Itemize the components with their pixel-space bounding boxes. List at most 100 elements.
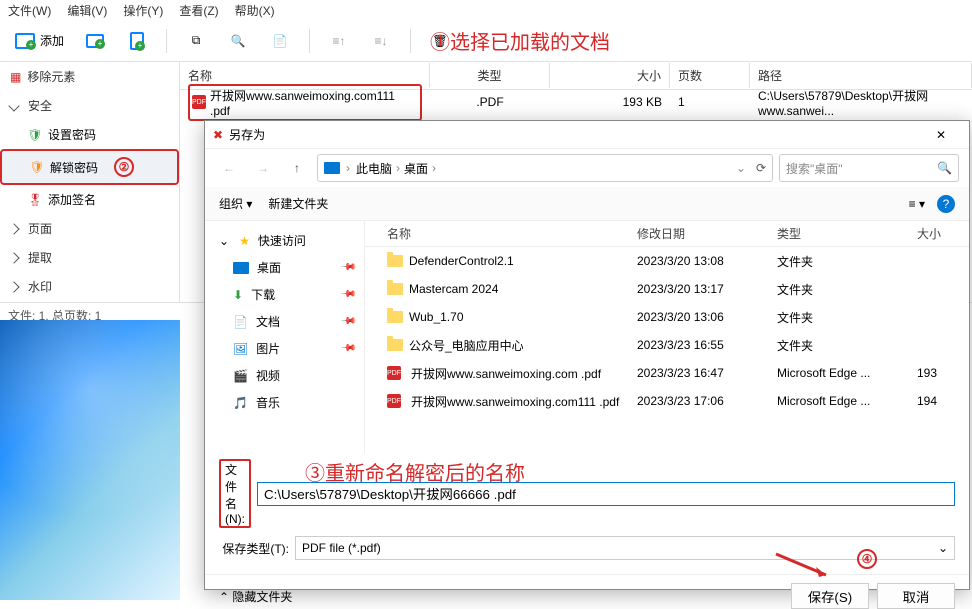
file-row[interactable]: 公众号_电脑应用中心2023/3/23 16:55文件夹 — [365, 331, 969, 359]
file-row[interactable]: DefenderControl2.12023/3/20 13:08文件夹 — [365, 247, 969, 275]
dialog-title: 另存为 — [229, 126, 265, 143]
preview-icon: 🔍 — [227, 30, 249, 52]
sort-up-button[interactable]: ≡↑ — [322, 26, 356, 56]
copy-icon: ⧉ — [185, 30, 207, 52]
dialog-toolbar: 组织 ▾ 新建文件夹 ≡ ▾ ? — [205, 187, 969, 221]
app-logo-icon: ✖ — [213, 128, 223, 142]
folder-icon — [387, 311, 403, 323]
add-file-icon: + — [14, 30, 36, 52]
sidebar: ▦移除元素 安全 🛡设置密码 🛡解锁密码② 🎖添加签名 页面 提取 水印 — [0, 62, 180, 302]
forward-button[interactable]: → — [249, 154, 277, 182]
save-button[interactable]: 保存(S) — [791, 583, 869, 609]
file-row[interactable]: PDF开拔网www.sanweimoxing.com .pdf2023/3/23… — [365, 359, 969, 387]
cell-size: 193 KB — [550, 93, 670, 111]
hide-folders-toggle[interactable]: ⌃ 隐藏文件夹 — [219, 588, 292, 605]
col-pages[interactable]: 页数 — [670, 63, 750, 88]
wallpaper — [0, 320, 180, 600]
view-options-button[interactable]: ≡ ▾ — [909, 197, 925, 211]
sidebar-extract-group[interactable]: 提取 — [0, 243, 179, 272]
hdr-date[interactable]: 修改日期 — [629, 223, 769, 244]
file-list-header: 名称 修改日期 类型 大小 — [365, 221, 969, 247]
nav-music[interactable]: 🎵音乐 — [205, 389, 364, 416]
medal-icon: 🎖 — [28, 193, 42, 207]
annotation-arrow — [771, 549, 841, 585]
add-folder-button[interactable]: + — [78, 26, 112, 56]
menu-edit[interactable]: 编辑(V) — [67, 2, 107, 18]
dialog-nav: ← → ↑ › 此电脑 › 桌面 › ⌄ ⟳ 搜索"桌面" 🔍 — [205, 149, 969, 187]
menu-action[interactable]: 操作(Y) — [123, 2, 163, 18]
nav-downloads[interactable]: ⬇下载📌 — [205, 281, 364, 308]
filename-input[interactable] — [257, 482, 955, 506]
music-icon: 🎵 — [233, 396, 248, 410]
menu-file[interactable]: 文件(W) — [8, 2, 51, 18]
search-input[interactable]: 搜索"桌面" 🔍 — [779, 154, 959, 182]
col-type[interactable]: 类型 — [430, 63, 550, 88]
back-button[interactable]: ← — [215, 154, 243, 182]
sidebar-unlock-password[interactable]: 🛡解锁密码② — [0, 149, 179, 185]
file-row[interactable]: PDF开拔网www.sanweimoxing.com111 .pdf .PDF … — [180, 90, 972, 114]
sidebar-set-password[interactable]: 🛡设置密码 — [0, 120, 179, 149]
up-button[interactable]: ↑ — [283, 154, 311, 182]
dialog-bottom-bar: ⌃ 隐藏文件夹 ④ 保存(S) 取消 — [205, 574, 969, 609]
file-row[interactable]: Wub_1.702023/3/20 13:06文件夹 — [365, 303, 969, 331]
quick-access[interactable]: ⌄★快速访问 — [205, 227, 364, 254]
sidebar-add-signature[interactable]: 🎖添加签名 — [0, 185, 179, 214]
hdr-name[interactable]: 名称 — [379, 223, 629, 244]
nav-videos[interactable]: 🎬视频 — [205, 362, 364, 389]
folder-icon — [387, 283, 403, 295]
star-icon: ★ — [239, 234, 250, 248]
save-as-dialog: ✖ 另存为 ✕ ← → ↑ › 此电脑 › 桌面 › ⌄ ⟳ 搜索"桌面" 🔍 … — [204, 120, 970, 590]
pin-icon: 📌 — [339, 286, 356, 303]
dialog-titlebar: ✖ 另存为 ✕ — [205, 121, 969, 149]
cell-pages: 1 — [670, 93, 750, 111]
new-folder-button[interactable]: 新建文件夹 — [268, 195, 328, 212]
pictures-icon: 🖼 — [233, 342, 248, 356]
hdr-type[interactable]: 类型 — [769, 223, 909, 244]
desktop-icon — [233, 262, 249, 274]
sort-down-button[interactable]: ≡↓ — [364, 26, 398, 56]
main-toolbar: + 添加 + + ⧉ 🔍 📄 ≡↑ ≡↓ 🗑 ①选择已加载的文档 — [0, 20, 972, 62]
file-row[interactable]: Mastercam 20242023/3/20 13:17文件夹 — [365, 275, 969, 303]
nav-pictures[interactable]: 🖼图片📌 — [205, 335, 364, 362]
menu-help[interactable]: 帮助(X) — [235, 2, 275, 18]
hdr-size[interactable]: 大小 — [909, 223, 949, 244]
sidebar-move-elem[interactable]: ▦移除元素 — [0, 62, 179, 91]
copy-button[interactable]: ⧉ — [179, 26, 213, 56]
dropdown-chevron-icon[interactable]: ⌄ — [736, 161, 746, 175]
dialog-file-list: 名称 修改日期 类型 大小 DefenderControl2.12023/3/2… — [365, 221, 969, 453]
page-button[interactable]: 📄 — [263, 26, 297, 56]
nav-documents[interactable]: 📄文档📌 — [205, 308, 364, 335]
refresh-button[interactable]: ⟳ — [756, 161, 766, 175]
search-placeholder: 搜索"桌面" — [786, 160, 843, 177]
sidebar-page-group[interactable]: 页面 — [0, 214, 179, 243]
cell-type: .PDF — [430, 93, 550, 111]
nav-desktop[interactable]: 桌面📌 — [205, 254, 364, 281]
organize-button[interactable]: 组织 ▾ — [219, 195, 252, 212]
add-button[interactable]: + 添加 — [8, 26, 70, 56]
breadcrumb-item[interactable]: 此电脑 — [356, 160, 392, 177]
annotation-2: ② — [114, 157, 134, 177]
savetype-select[interactable]: PDF file (*.pdf)⌄ — [295, 536, 955, 560]
pin-icon: 📌 — [339, 313, 356, 330]
folder-plus-icon: + — [84, 30, 106, 52]
sort-down-icon: ≡↓ — [370, 30, 392, 52]
breadcrumb-item[interactable]: 桌面 — [404, 160, 428, 177]
close-button[interactable]: ✕ — [921, 123, 961, 147]
menu-view[interactable]: 查看(Z) — [179, 2, 218, 18]
doc-plus-icon: + — [126, 30, 148, 52]
add-doc-button[interactable]: + — [120, 26, 154, 56]
preview-button[interactable]: 🔍 — [221, 26, 255, 56]
file-row[interactable]: PDF开拔网www.sanweimoxing.com111 .pdf2023/3… — [365, 387, 969, 415]
cancel-button[interactable]: 取消 — [877, 583, 955, 609]
video-icon: 🎬 — [233, 369, 248, 383]
shield-orange-icon: 🛡 — [30, 160, 44, 174]
help-button[interactable]: ? — [937, 195, 955, 213]
sort-up-icon: ≡↑ — [328, 30, 350, 52]
address-bar[interactable]: › 此电脑 › 桌面 › ⌄ ⟳ — [317, 154, 773, 182]
sidebar-security-group[interactable]: 安全 — [0, 91, 179, 120]
pin-icon: 📌 — [339, 259, 356, 276]
sidebar-watermark-group[interactable]: 水印 — [0, 272, 179, 301]
chevron-down-icon: ⌄ — [938, 541, 948, 555]
col-size[interactable]: 大小 — [550, 63, 670, 88]
annotation-4: ④ — [857, 549, 877, 569]
